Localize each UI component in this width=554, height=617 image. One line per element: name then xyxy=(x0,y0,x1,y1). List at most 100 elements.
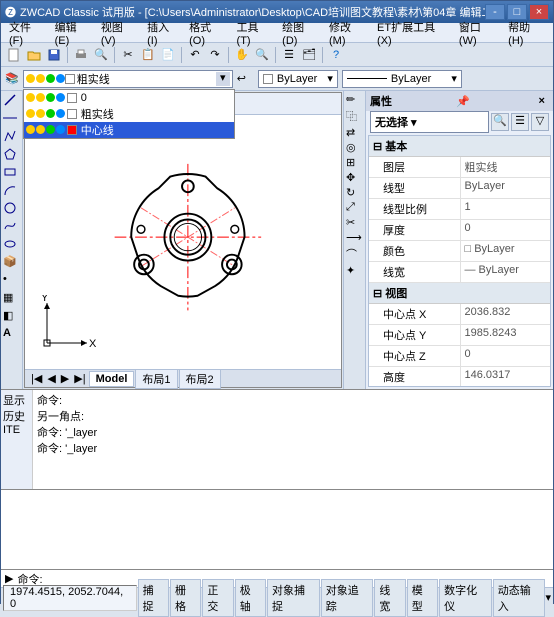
move-icon[interactable]: ✥ xyxy=(346,171,363,184)
property-row[interactable]: 中心点 Z0 xyxy=(369,346,550,367)
status-tray-icon[interactable]: ▾ xyxy=(545,591,551,604)
status-toggle[interactable]: 对象捕捉 xyxy=(267,579,320,617)
open-icon[interactable] xyxy=(25,46,43,64)
menu-item[interactable]: ET扩展工具(X) xyxy=(373,17,453,49)
property-row[interactable]: 颜色□ ByLayer xyxy=(369,241,550,262)
linetype-select[interactable]: ByLayer ▾ xyxy=(342,70,462,88)
property-row[interactable]: 厚度0 xyxy=(369,220,550,241)
cut-icon[interactable]: ✂ xyxy=(119,46,137,64)
save-icon[interactable] xyxy=(45,46,63,64)
property-row[interactable]: 高度146.0317 xyxy=(369,367,550,387)
pin-icon[interactable]: 📌 xyxy=(452,95,474,108)
menu-item[interactable]: 窗口(W) xyxy=(455,17,502,49)
coordinates[interactable]: 1974.4515, 2052.7044, 0 xyxy=(3,585,137,611)
status-toggle[interactable]: 捕捉 xyxy=(138,579,169,617)
properties-grid[interactable]: 基本图层粗实线线型ByLayer线型比例1厚度0颜色□ ByLayer线宽— B… xyxy=(368,135,551,387)
property-row[interactable]: 图层粗实线 xyxy=(369,157,550,178)
help-icon[interactable]: ? xyxy=(327,46,345,64)
undo-icon[interactable]: ↶ xyxy=(186,46,204,64)
erase-icon[interactable]: ✏ xyxy=(346,93,363,106)
print-icon[interactable] xyxy=(72,46,90,64)
layer-option[interactable]: 中心线 xyxy=(24,122,234,138)
scale-icon[interactable]: ⤢ xyxy=(346,201,363,214)
layout-tab[interactable]: 布局1 xyxy=(135,369,177,389)
menu-item[interactable]: 帮助(H) xyxy=(504,17,549,49)
model-canvas[interactable]: X Y xyxy=(25,115,341,369)
circle-icon[interactable] xyxy=(3,201,19,217)
menu-item[interactable]: 修改(M) xyxy=(325,17,371,49)
property-row[interactable]: 中心点 X2036.832 xyxy=(369,304,550,325)
paste-icon[interactable]: 📄 xyxy=(159,46,177,64)
status-toggle[interactable]: 对象追踪 xyxy=(321,579,374,617)
layer-dropdown[interactable]: 粗实线 ▾ 0粗实线中心线 xyxy=(23,70,233,88)
selection-dropdown[interactable]: 无选择 ▾ xyxy=(370,111,489,133)
point-icon[interactable]: • xyxy=(3,273,19,289)
status-toggle[interactable]: 极轴 xyxy=(235,579,266,617)
extend-icon[interactable]: ⟶ xyxy=(346,231,363,244)
explode-icon[interactable]: ✦ xyxy=(346,264,363,277)
property-group[interactable]: 基本 xyxy=(369,136,550,157)
layer-option[interactable]: 0 xyxy=(24,90,234,106)
trim-icon[interactable]: ✂ xyxy=(346,216,363,229)
spline-icon[interactable] xyxy=(3,219,19,235)
status-toggle[interactable]: 线宽 xyxy=(374,579,405,617)
property-row[interactable]: 线型比例1 xyxy=(369,199,550,220)
status-toggle[interactable]: 模型 xyxy=(407,579,438,617)
redo-icon[interactable]: ↷ xyxy=(206,46,224,64)
tab-nav-button[interactable]: ▶| xyxy=(72,372,87,385)
new-icon[interactable] xyxy=(5,46,23,64)
layer-manager-icon[interactable]: 📚 xyxy=(5,72,19,85)
pick-add-icon[interactable]: ☰ xyxy=(511,113,529,131)
status-toggle[interactable]: 动态输入 xyxy=(493,579,546,617)
rectangle-icon[interactable] xyxy=(3,165,19,181)
menu-item[interactable]: 视图(V) xyxy=(97,17,141,49)
properties-icon[interactable]: ☰ xyxy=(280,46,298,64)
color-select[interactable]: ByLayer ▾ xyxy=(258,70,338,88)
menu-item[interactable]: 插入(I) xyxy=(143,17,183,49)
tab-nav-button[interactable]: ▶ xyxy=(59,372,71,385)
xline-icon[interactable] xyxy=(3,111,19,127)
command-history-text[interactable]: 命令:另一角点:命令: '_layer命令: '_layer xyxy=(33,390,553,489)
property-group[interactable]: 视图 xyxy=(369,283,550,304)
layer-prev-icon[interactable]: ↩ xyxy=(237,72,246,85)
menu-item[interactable]: 格式(O) xyxy=(185,17,230,49)
menu-item[interactable]: 文件(F) xyxy=(5,17,49,49)
status-toggle[interactable]: 正交 xyxy=(202,579,233,617)
polyline-icon[interactable] xyxy=(3,129,19,145)
pan-icon[interactable]: ✋ xyxy=(233,46,251,64)
property-row[interactable]: 线型ByLayer xyxy=(369,178,550,199)
fillet-icon[interactable]: ⌒ xyxy=(346,246,363,262)
chevron-down-icon[interactable]: ▾ xyxy=(216,72,230,86)
array-icon[interactable]: ⊞ xyxy=(346,156,363,169)
polygon-icon[interactable] xyxy=(3,147,19,163)
design-center-icon[interactable]: 🗂 xyxy=(300,46,318,64)
menu-item[interactable]: 编辑(E) xyxy=(51,17,95,49)
offset-icon[interactable]: ◎ xyxy=(346,141,363,154)
hatch-icon[interactable]: ▦ xyxy=(3,291,19,307)
menu-item[interactable]: 绘图(D) xyxy=(278,17,323,49)
menu-item[interactable]: 工具(T) xyxy=(233,17,277,49)
text-icon[interactable]: A xyxy=(3,327,19,343)
filter-icon[interactable]: ▽ xyxy=(531,113,549,131)
tab-nav-button[interactable]: |◀ xyxy=(29,372,44,385)
quick-select-icon[interactable]: 🔍 xyxy=(491,113,509,131)
zoom-icon[interactable]: 🔍 xyxy=(253,46,271,64)
copy-icon[interactable]: 📋 xyxy=(139,46,157,64)
layout-tab[interactable]: Model xyxy=(89,371,135,387)
layer-option[interactable]: 粗实线 xyxy=(24,106,234,122)
line-icon[interactable] xyxy=(3,93,19,109)
property-row[interactable]: 线宽— ByLayer xyxy=(369,262,550,283)
mirror-icon[interactable]: ⇄ xyxy=(346,126,363,139)
panel-close-icon[interactable]: × xyxy=(535,95,549,107)
rotate-icon[interactable]: ↻ xyxy=(346,186,363,199)
copy-obj-icon[interactable]: ⿻ xyxy=(346,108,363,124)
tab-nav-button[interactable]: ◀ xyxy=(45,372,57,385)
preview-icon[interactable]: 🔍 xyxy=(92,46,110,64)
status-toggle[interactable]: 栅格 xyxy=(170,579,201,617)
arc-icon[interactable] xyxy=(3,183,19,199)
insert-icon[interactable]: 📦 xyxy=(3,255,19,271)
region-icon[interactable]: ◧ xyxy=(3,309,19,325)
status-toggle[interactable]: 数字化仪 xyxy=(439,579,492,617)
property-row[interactable]: 中心点 Y1985.8243 xyxy=(369,325,550,346)
ellipse-icon[interactable] xyxy=(3,237,19,253)
